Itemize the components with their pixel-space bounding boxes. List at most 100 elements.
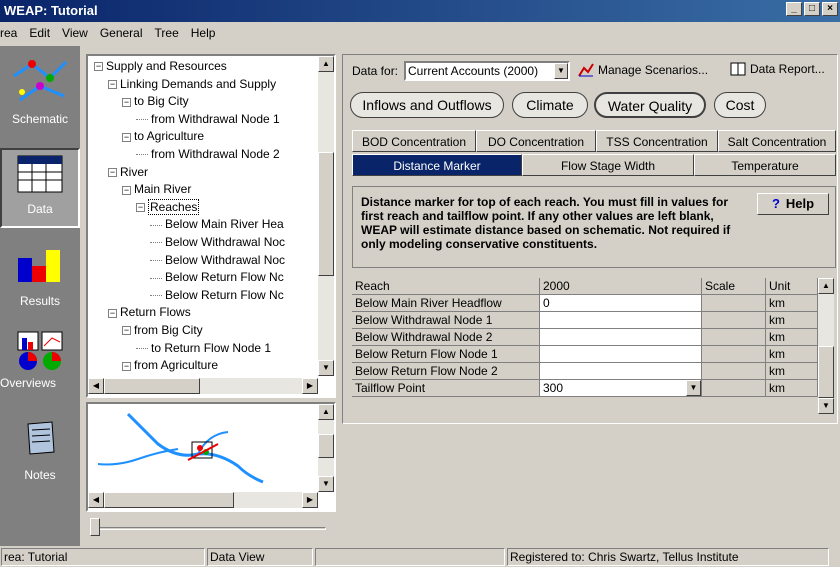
tree-node[interactable]: − from Big City xyxy=(122,322,203,338)
tree-node[interactable]: Below Return Flow Nc xyxy=(150,287,284,303)
scroll-thumb[interactable] xyxy=(104,378,200,394)
value-cell[interactable] xyxy=(540,363,702,380)
menu-bar: rea Edit View General Tree Help xyxy=(0,22,840,44)
manage-scenarios-button[interactable]: Manage Scenarios... xyxy=(578,62,708,78)
value-cell[interactable] xyxy=(540,329,702,346)
scroll-left-button[interactable]: ◀ xyxy=(88,492,104,508)
data-report-button[interactable]: Data Report... xyxy=(730,62,825,76)
tree-node[interactable]: − Reaches xyxy=(136,198,200,215)
tree-node[interactable]: − from Agriculture xyxy=(122,357,218,373)
tab-temperature[interactable]: Temperature xyxy=(694,154,836,176)
scroll-down-button[interactable]: ▼ xyxy=(818,398,834,414)
tab-flow-stage-width[interactable]: Flow Stage Width xyxy=(522,154,694,176)
tab-tss-concentration[interactable]: TSS Concentration xyxy=(596,130,718,152)
collapse-icon[interactable]: − xyxy=(122,132,131,142)
nav-data[interactable]: Data xyxy=(0,148,80,228)
tree-horizontal-scrollbar[interactable]: ◀ ▶ xyxy=(88,378,318,394)
menu-view[interactable]: View xyxy=(56,26,94,40)
nav-overviews[interactable]: Overviews xyxy=(0,328,80,390)
scroll-up-button[interactable]: ▲ xyxy=(818,278,834,294)
menu-edit[interactable]: Edit xyxy=(23,26,56,40)
tab-salt-concentration[interactable]: Salt Concentration xyxy=(718,130,836,152)
tree-node[interactable]: − Main River xyxy=(122,181,191,197)
tree-node[interactable]: − to Agriculture xyxy=(122,128,204,144)
nav-schematic[interactable]: Schematic xyxy=(0,56,80,126)
description-text: Distance marker for top of each reach. Y… xyxy=(361,195,731,251)
tab-bod-concentration[interactable]: BOD Concentration xyxy=(352,130,476,152)
category-inflows-outflows[interactable]: Inflows and Outflows xyxy=(350,92,504,118)
scroll-down-button[interactable]: ▼ xyxy=(318,360,334,376)
tree-node[interactable]: Below Withdrawal Noc xyxy=(150,234,285,250)
category-cost[interactable]: Cost xyxy=(714,92,766,118)
map-vertical-scrollbar[interactable]: ▲ ▼ xyxy=(318,404,334,492)
menu-area[interactable]: rea xyxy=(0,26,23,40)
view-bar: Schematic Data Results Overviews Notes xyxy=(0,46,80,546)
collapse-icon[interactable]: − xyxy=(108,308,117,318)
menu-tree[interactable]: Tree xyxy=(149,26,185,40)
scroll-thumb[interactable] xyxy=(318,434,334,458)
collapse-icon[interactable]: − xyxy=(108,167,117,177)
tree-node[interactable]: Below Main River Hea xyxy=(150,216,284,232)
scroll-up-button[interactable]: ▲ xyxy=(318,404,334,420)
chevron-down-icon[interactable]: ▼ xyxy=(554,63,568,79)
tree-vertical-scrollbar[interactable]: ▲ ▼ xyxy=(318,56,334,376)
collapse-icon[interactable]: − xyxy=(108,79,117,89)
tree-node-label: to Return Flow Node 1 xyxy=(151,340,272,355)
tree-node-label: from Big City xyxy=(134,323,203,337)
tree-node[interactable]: from Withdrawal Node 1 xyxy=(136,111,280,127)
tree-node[interactable]: from Withdrawal Node 2 xyxy=(136,146,280,162)
menu-general[interactable]: General xyxy=(94,26,149,40)
tree-node[interactable]: − Return Flows xyxy=(108,304,191,320)
maximize-button[interactable]: □ xyxy=(804,2,820,16)
tree-node[interactable]: Below Return Flow Nc xyxy=(150,269,284,285)
tree-node[interactable]: − River xyxy=(108,164,148,180)
menu-help[interactable]: Help xyxy=(185,26,222,40)
scroll-thumb[interactable] xyxy=(318,152,334,276)
zoom-slider-handle[interactable] xyxy=(90,518,100,536)
category-climate[interactable]: Climate xyxy=(512,92,588,118)
tab-do-concentration[interactable]: DO Concentration xyxy=(476,130,596,152)
scroll-thumb[interactable] xyxy=(104,492,234,508)
zoom-slider[interactable] xyxy=(90,518,330,538)
tree-node[interactable]: − Supply and Resources xyxy=(94,58,227,74)
tab-distance-marker[interactable]: Distance Marker xyxy=(352,154,522,176)
table-row: Below Withdrawal Node 2 km xyxy=(352,329,818,346)
value-cell[interactable] xyxy=(540,346,702,363)
map-horizontal-scrollbar[interactable]: ◀ ▶ xyxy=(88,492,318,508)
scroll-left-button[interactable]: ◀ xyxy=(88,378,104,394)
tree-connector xyxy=(150,277,162,279)
tree-node[interactable]: to Return Flow Node 1 xyxy=(136,340,271,356)
nav-notes[interactable]: Notes xyxy=(0,418,80,482)
schematic-minimap[interactable]: ▲ ▼ ◀ ▶ xyxy=(86,402,336,512)
collapse-icon[interactable]: − xyxy=(122,185,131,195)
collapse-icon[interactable]: − xyxy=(122,326,131,336)
collapse-icon[interactable]: − xyxy=(122,361,131,371)
tree-node-label: Below Return Flow Nc xyxy=(165,270,284,285)
tree-node[interactable]: Below Withdrawal Noc xyxy=(150,252,285,268)
scroll-thumb[interactable] xyxy=(818,346,834,398)
chevron-down-icon[interactable]: ▼ xyxy=(686,380,701,396)
close-button[interactable]: × xyxy=(822,2,838,16)
help-label: Help xyxy=(785,196,815,211)
collapse-icon[interactable]: − xyxy=(136,203,145,213)
value-cell[interactable] xyxy=(540,312,702,329)
help-button[interactable]: ? Help xyxy=(757,193,829,215)
nav-results[interactable]: Results xyxy=(0,244,80,308)
minimize-button[interactable]: _ xyxy=(786,2,802,16)
value-cell[interactable]: 300 xyxy=(540,380,702,397)
unit-cell: km xyxy=(766,312,818,329)
value-cell[interactable]: 0 xyxy=(540,295,702,312)
scroll-up-button[interactable]: ▲ xyxy=(318,56,334,72)
grid-vertical-scrollbar[interactable]: ▲ ▼ xyxy=(818,278,834,414)
tree-node[interactable]: − Linking Demands and Supply xyxy=(108,76,276,92)
collapse-icon[interactable]: − xyxy=(94,62,103,72)
scroll-right-button[interactable]: ▶ xyxy=(302,378,318,394)
scroll-down-button[interactable]: ▼ xyxy=(318,476,334,492)
status-view: Data View xyxy=(207,548,313,566)
tree-node[interactable]: − to Big City xyxy=(122,93,189,109)
scenario-select[interactable]: Current Accounts (2000) ▼ xyxy=(404,61,570,81)
scroll-right-button[interactable]: ▶ xyxy=(302,492,318,508)
category-water-quality[interactable]: Water Quality xyxy=(594,92,706,118)
book-icon xyxy=(730,62,746,76)
collapse-icon[interactable]: − xyxy=(122,97,131,107)
